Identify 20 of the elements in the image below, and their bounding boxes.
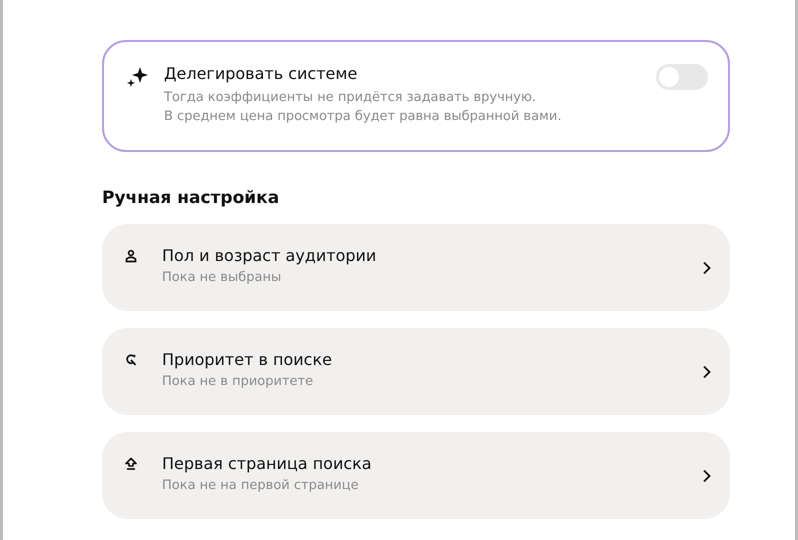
row-subtitle: Пока не выбраны — [162, 270, 282, 284]
chevron-icon — [702, 364, 712, 378]
row-subtitle: Пока не в приоритете — [162, 374, 314, 388]
person-icon — [124, 249, 138, 263]
settings-row[interactable]: Пол и возраст аудитории Пока не выбраны — [102, 224, 730, 311]
chevron-icon — [702, 260, 712, 274]
settings-row[interactable]: Приоритет в поиске Пока не в приоритете — [102, 328, 730, 415]
search-icon — [124, 353, 138, 367]
upload-icon — [124, 457, 138, 471]
delegate-description: В среднем цена просмотра будет равна выбранной вами. — [164, 108, 562, 126]
delegate-title: Делегировать системе — [164, 64, 358, 83]
row-title: Первая страница поиска — [162, 454, 373, 472]
delegate-description: Тогда коэффициенты не придётся задавать вручную. — [164, 89, 538, 107]
settings-row[interactable]: Первая страница поиска Пока не на первой странице — [102, 432, 730, 519]
row-title: Приоритет в поиске — [162, 350, 333, 368]
sparkle-icon — [126, 65, 150, 89]
row-title: Пол и возраст аудитории — [162, 246, 378, 264]
chevron-icon — [702, 468, 712, 482]
section-heading: Ручная настройка — [102, 188, 280, 208]
row-subtitle: Пока не на первой странице — [162, 478, 360, 492]
